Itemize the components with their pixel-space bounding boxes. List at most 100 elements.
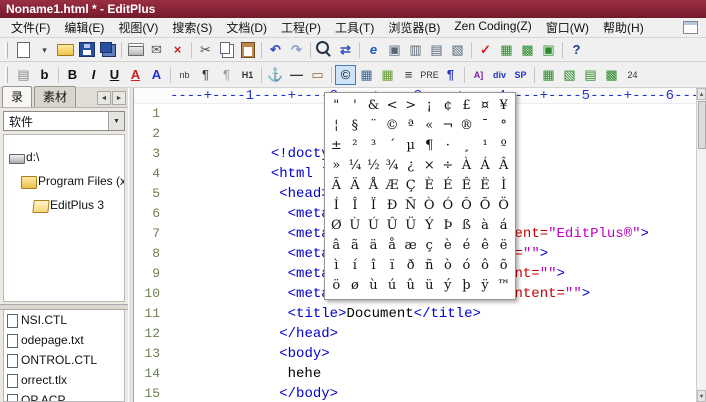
char-cell[interactable]: ä	[364, 236, 383, 256]
italic-icon[interactable]: I	[83, 65, 104, 85]
code-line[interactable]: 13 </body>	[134, 344, 696, 402]
undo-icon[interactable]: ↶	[265, 40, 286, 60]
paste-icon[interactable]	[237, 40, 258, 60]
char-cell[interactable]: ¶	[420, 136, 439, 156]
char-cell[interactable]: ð	[401, 256, 420, 276]
tab-scroll-right-icon[interactable]: ►	[112, 91, 126, 105]
char-cell[interactable]: Õ	[476, 196, 495, 216]
menu-item[interactable]: 编辑(E)	[57, 17, 111, 38]
char-cell[interactable]: é	[457, 236, 476, 256]
sort-icon[interactable]: ▦	[496, 40, 517, 60]
window-list-icon[interactable]: ▣	[538, 40, 559, 60]
char-cell[interactable]: ô	[476, 256, 495, 276]
sp-icon[interactable]: SP	[510, 65, 531, 85]
new-file-menu-icon[interactable]: ▾	[34, 40, 55, 60]
char-cell[interactable]: ²	[346, 136, 365, 156]
send-mail-icon[interactable]: ✉	[146, 40, 167, 60]
char-cell[interactable]: Å	[364, 176, 383, 196]
char-cell[interactable]: Ê	[457, 176, 476, 196]
replace-icon[interactable]: ⇄	[335, 40, 356, 60]
menu-item[interactable]: 窗口(W)	[539, 17, 596, 38]
char-cell[interactable]: õ	[494, 256, 513, 276]
b-tag-icon[interactable]: b	[34, 65, 55, 85]
template-icon[interactable]: ▤	[13, 65, 34, 85]
char-cell[interactable]: ú	[383, 276, 402, 296]
char-cell[interactable]: â	[327, 236, 346, 256]
print-icon[interactable]	[125, 40, 146, 60]
toolbar-grip[interactable]	[5, 66, 8, 83]
cell-icon[interactable]: ▦	[377, 65, 398, 85]
title-bar[interactable]: Noname1.html * - EditPlus	[0, 0, 706, 18]
char-cell[interactable]: ù	[364, 276, 383, 296]
char-cell[interactable]: Î	[346, 196, 365, 216]
chevron-down-icon[interactable]: ▼	[108, 112, 124, 130]
char-cell[interactable]: ª	[401, 116, 420, 136]
file-item[interactable]: ONTROL.CTL	[4, 350, 124, 370]
char-cell[interactable]: á	[494, 216, 513, 236]
char-cell[interactable]: Ó	[439, 196, 458, 216]
char-cell[interactable]: ß	[457, 216, 476, 236]
char-cell[interactable]: ñ	[420, 256, 439, 276]
code-line[interactable]: 12 hehe	[134, 324, 696, 382]
file-item[interactable]: OP ACP	[4, 390, 124, 401]
menu-item[interactable]: 视图(V)	[111, 17, 165, 38]
menu-item[interactable]: 文档(D)	[219, 17, 274, 38]
char-cell[interactable]: É	[439, 176, 458, 196]
char-cell[interactable]: £	[457, 96, 476, 116]
char-cell[interactable]: ±	[327, 136, 346, 156]
break-icon[interactable]: ¶	[216, 65, 237, 85]
char-cell[interactable]: ü	[420, 276, 439, 296]
char-cell[interactable]: ®	[457, 116, 476, 136]
table-insert-icon[interactable]: ▦	[538, 65, 559, 85]
tree-item[interactable]: Program Files (x8	[4, 169, 124, 193]
char-cell[interactable]: ï	[383, 256, 402, 276]
char-cell[interactable]: å	[383, 236, 402, 256]
scroll-down-icon[interactable]: ▼	[697, 390, 706, 402]
char-cell[interactable]: ¨	[364, 116, 383, 136]
sidebar-tab[interactable]: 录	[2, 86, 33, 107]
char-cell[interactable]: ™	[494, 276, 513, 296]
char-cell[interactable]: ÿ	[476, 276, 495, 296]
anchor-icon[interactable]: ⚓	[265, 65, 286, 85]
char-cell[interactable]: <	[383, 96, 402, 116]
char-cell[interactable]: ì	[327, 256, 346, 276]
bold-icon[interactable]: B	[62, 65, 83, 85]
pre-icon[interactable]: PRE	[419, 65, 440, 85]
char-cell[interactable]: ¤	[476, 96, 495, 116]
char-cell[interactable]: Ö	[494, 196, 513, 216]
special-char-icon[interactable]: ©	[335, 64, 356, 85]
char-cell[interactable]: ×	[420, 156, 439, 176]
char-cell[interactable]: î	[364, 256, 383, 276]
char-cell[interactable]: à	[476, 216, 495, 236]
char-cell[interactable]: »	[327, 156, 346, 176]
char-cell[interactable]: ¿	[401, 156, 420, 176]
char-cell[interactable]: ¢	[439, 96, 458, 116]
char-cell[interactable]: Ï	[364, 196, 383, 216]
menu-item[interactable]: 搜索(S)	[165, 17, 219, 38]
char-cell[interactable]: ò	[439, 256, 458, 276]
copy-icon[interactable]	[216, 40, 237, 60]
char-cell[interactable]: Ý	[420, 216, 439, 236]
char-cell[interactable]: ø	[346, 276, 365, 296]
menu-item[interactable]: 帮助(H)	[596, 17, 651, 38]
help-icon[interactable]: ?	[566, 40, 587, 60]
open-file-icon[interactable]	[55, 40, 76, 60]
char-cell[interactable]: ©	[383, 116, 402, 136]
redo-icon[interactable]: ↷	[286, 40, 307, 60]
char-cell[interactable]: í	[346, 256, 365, 276]
file-item[interactable]: orrect.tlx	[4, 370, 124, 390]
char-cell[interactable]: º	[494, 136, 513, 156]
char-cell[interactable]: Ü	[401, 216, 420, 236]
code-line[interactable]: 14 </html>	[134, 364, 696, 384]
code-line[interactable]: 15	[134, 384, 696, 402]
nbsp-icon[interactable]: nb	[174, 65, 195, 85]
fullscreen-icon[interactable]: ▣	[384, 40, 405, 60]
char-cell[interactable]: Á	[476, 156, 495, 176]
char-cell[interactable]: Æ	[383, 176, 402, 196]
char-cell[interactable]: ¦	[327, 116, 346, 136]
table-row-icon[interactable]: ▧	[559, 65, 580, 85]
char-cell[interactable]: ÷	[439, 156, 458, 176]
char-cell[interactable]: ³	[364, 136, 383, 156]
char-cell[interactable]: ö	[327, 276, 346, 296]
tree-item[interactable]: EditPlus 3	[4, 193, 124, 217]
